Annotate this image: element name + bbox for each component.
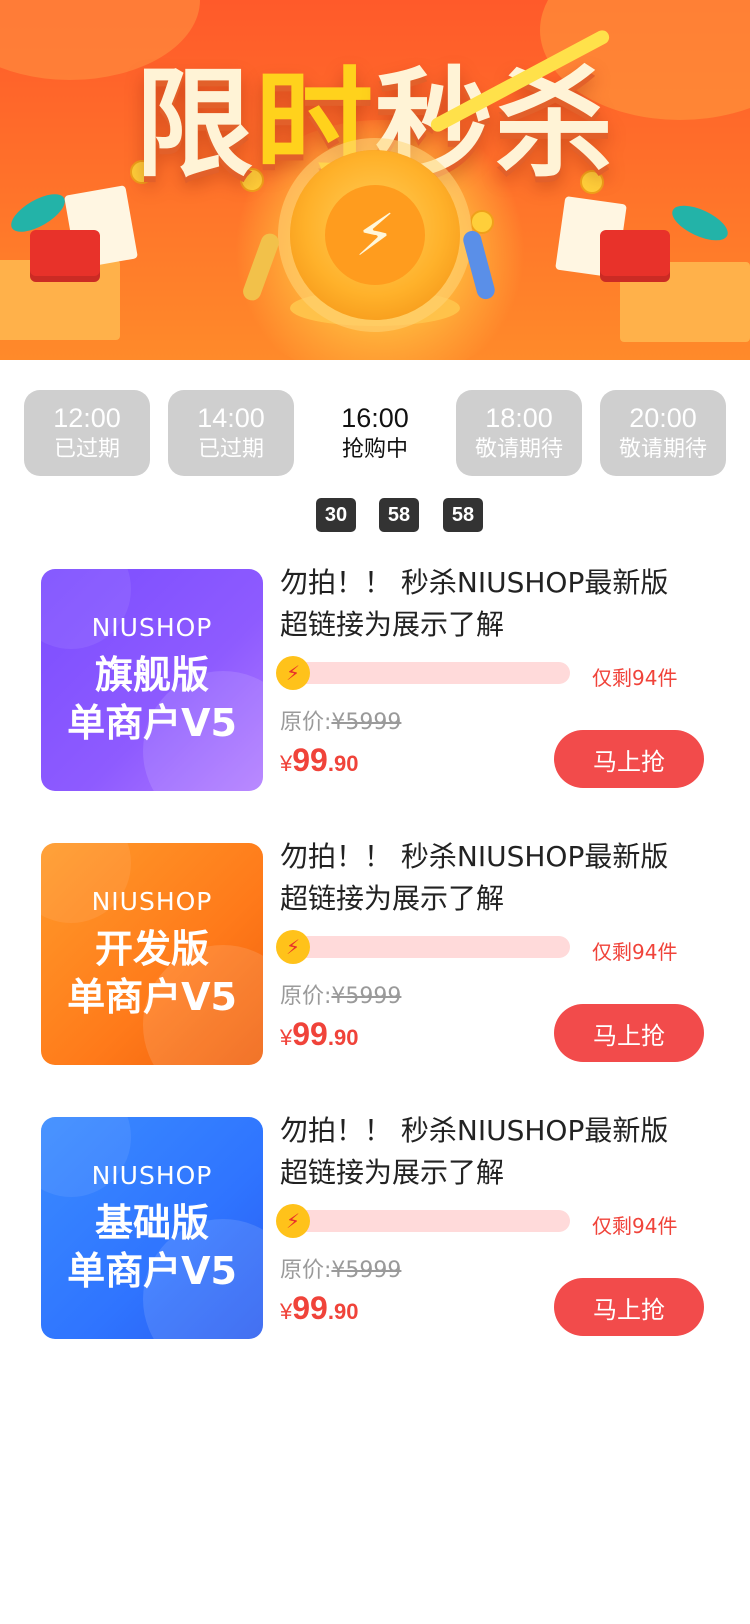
product-title-line: 勿拍！！ 秒杀NIUSHOP最新版: [280, 566, 669, 599]
time-tab-1200[interactable]: 12:00 已过期: [24, 390, 150, 476]
countdown-seconds: 58: [443, 498, 483, 532]
time-tab-1600[interactable]: 16:00 抢购中: [312, 390, 438, 476]
stock-remaining: 仅剩94件: [592, 940, 678, 964]
price-decimal: .90: [327, 1299, 359, 1324]
original-price-label: 原价:: [280, 984, 332, 1009]
countdown: 30 58 58: [0, 498, 750, 532]
stock-progress-bar: ⚡: [276, 656, 576, 690]
stock-remaining: 仅剩94件: [592, 666, 678, 690]
buy-now-button[interactable]: 马上抢: [554, 1278, 704, 1336]
thumb-brand: NIUSHOP: [91, 612, 213, 642]
time-slot-tabs: 12:00 已过期 14:00 已过期 16:00 抢购中 18:00 敬请期待…: [24, 390, 726, 476]
thumb-edition: 开发版: [94, 926, 209, 971]
red-envelope-decor: [30, 230, 100, 282]
product-title[interactable]: 勿拍！！ 秒杀NIUSHOP最新版 超链接为展示了解: [280, 1110, 700, 1194]
time-tab-1400[interactable]: 14:00 已过期: [168, 390, 294, 476]
flash-sale-banner: 限时秒杀 ⚡: [0, 0, 750, 360]
product-title[interactable]: 勿拍！！ 秒杀NIUSHOP最新版 超链接为展示了解: [280, 562, 700, 646]
sale-price: ¥99.90: [280, 1290, 358, 1327]
price-decimal: .90: [327, 1025, 359, 1050]
original-price: 原价:¥5999: [280, 1252, 401, 1284]
lightning-icon: ⚡: [276, 930, 310, 964]
time-tab-1800[interactable]: 18:00 敬请期待: [456, 390, 582, 476]
price-currency: ¥: [280, 1299, 293, 1324]
product-title-line: 超链接为展示了解: [280, 882, 505, 915]
original-price: 原价:¥5999: [280, 704, 401, 736]
lightning-icon: ⚡: [276, 656, 310, 690]
price-integer: 99: [292, 742, 328, 778]
original-price-value: ¥5999: [331, 984, 402, 1009]
price-integer: 99: [292, 1016, 328, 1052]
lightning-icon: ⚡: [276, 1204, 310, 1238]
product-title-line: 超链接为展示了解: [280, 1156, 505, 1189]
product-card[interactable]: NIUSHOP 旗舰版 单商户V5 勿拍！！ 秒杀NIUSHOP最新版 超链接为…: [24, 552, 726, 814]
leaf-decor: [667, 198, 733, 248]
product-thumbnail[interactable]: NIUSHOP 基础版 单商户V5: [41, 1117, 263, 1339]
buy-now-button[interactable]: 马上抢: [554, 1004, 704, 1062]
stock-progress-bar: ⚡: [276, 1204, 576, 1238]
banner-title-part: 限: [134, 55, 255, 193]
original-price-value: ¥5999: [331, 1258, 402, 1283]
product-card[interactable]: NIUSHOP 基础版 单商户V5 勿拍！！ 秒杀NIUSHOP最新版 超链接为…: [24, 1100, 726, 1362]
sale-price: ¥99.90: [280, 742, 358, 779]
lightning-coin-icon: ⚡: [290, 150, 460, 320]
tab-time: 18:00: [485, 403, 553, 433]
original-price: 原价:¥5999: [280, 978, 401, 1010]
tab-status: 敬请期待: [618, 437, 707, 462]
tab-status: 抢购中: [341, 437, 408, 462]
price-currency: ¥: [280, 751, 293, 776]
countdown-minutes: 58: [379, 498, 419, 532]
red-envelope-decor: [600, 230, 670, 282]
thumb-model: 单商户V5: [67, 700, 237, 745]
thumb-model: 单商户V5: [67, 1248, 237, 1293]
tab-time: 12:00: [53, 403, 121, 433]
tab-status: 已过期: [53, 437, 120, 462]
tab-status: 已过期: [197, 437, 264, 462]
thumb-brand: NIUSHOP: [91, 886, 213, 916]
product-title-line: 超链接为展示了解: [280, 608, 505, 641]
buy-now-button[interactable]: 马上抢: [554, 730, 704, 788]
stock-progress-bar: ⚡: [276, 930, 576, 964]
original-price-label: 原价:: [280, 1258, 332, 1283]
product-thumbnail[interactable]: NIUSHOP 开发版 单商户V5: [41, 843, 263, 1065]
product-title[interactable]: 勿拍！！ 秒杀NIUSHOP最新版 超链接为展示了解: [280, 836, 700, 920]
thumb-brand: NIUSHOP: [91, 1160, 213, 1190]
thumb-model: 单商户V5: [67, 974, 237, 1019]
product-title-line: 勿拍！！ 秒杀NIUSHOP最新版: [280, 840, 669, 873]
lightning-icon: ⚡: [325, 185, 425, 285]
price-decimal: .90: [327, 751, 359, 776]
original-price-label: 原价:: [280, 710, 332, 735]
tab-status: 敬请期待: [474, 437, 563, 462]
tab-time: 20:00: [629, 403, 697, 433]
sale-price: ¥99.90: [280, 1016, 358, 1053]
product-title-line: 勿拍！！ 秒杀NIUSHOP最新版: [280, 1114, 669, 1147]
thumb-edition: 基础版: [94, 1200, 209, 1245]
stock-remaining: 仅剩94件: [592, 1214, 678, 1238]
price-integer: 99: [292, 1290, 328, 1326]
progress-track: [280, 662, 570, 684]
price-currency: ¥: [280, 1025, 293, 1050]
progress-track: [280, 1210, 570, 1232]
tab-time: 14:00: [197, 403, 265, 433]
thumb-edition: 旗舰版: [94, 652, 209, 697]
progress-track: [280, 936, 570, 958]
time-tab-2000[interactable]: 20:00 敬请期待: [600, 390, 726, 476]
countdown-hours: 30: [316, 498, 356, 532]
tab-time: 16:00: [341, 403, 409, 433]
original-price-value: ¥5999: [331, 710, 402, 735]
product-card[interactable]: NIUSHOP 开发版 单商户V5 勿拍！！ 秒杀NIUSHOP最新版 超链接为…: [24, 826, 726, 1088]
product-thumbnail[interactable]: NIUSHOP 旗舰版 单商户V5: [41, 569, 263, 791]
